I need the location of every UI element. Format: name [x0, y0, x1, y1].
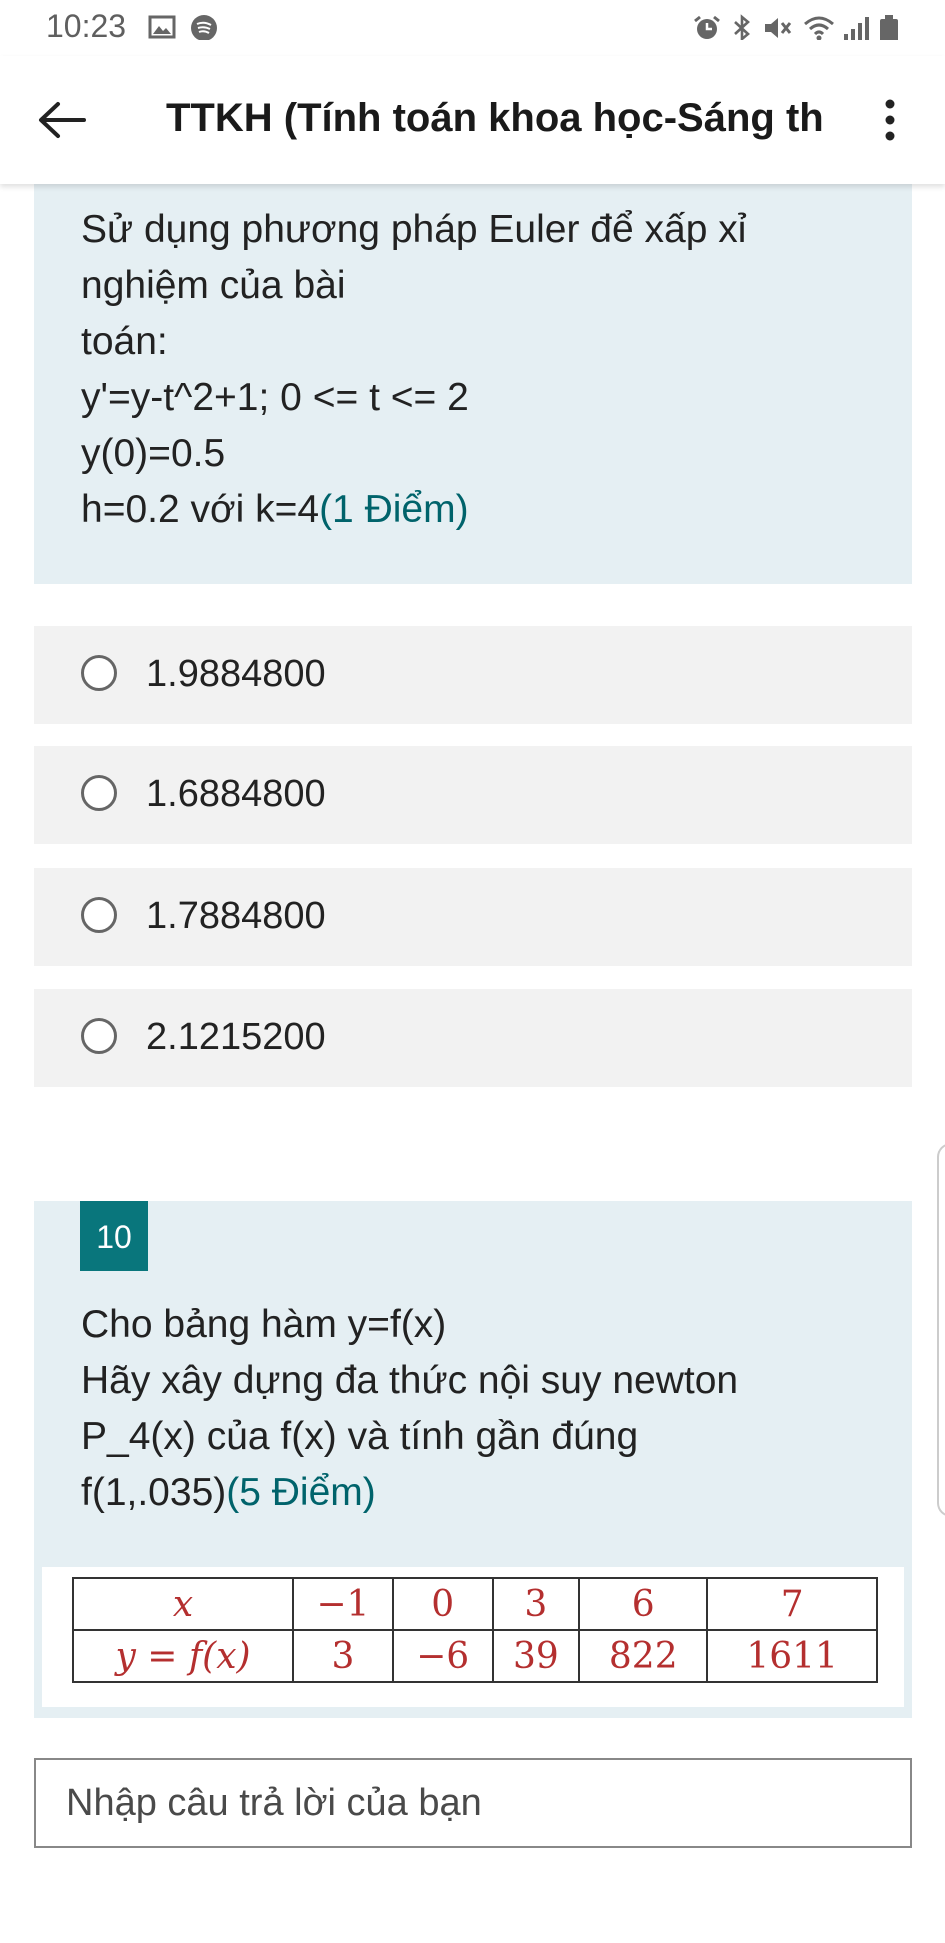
image-icon [148, 15, 176, 39]
question-line-text: h=0.2 với k=4 [81, 488, 320, 531]
clock: 10:23 [46, 8, 127, 44]
status-bar: 10:23 [0, 0, 945, 56]
table-cell: −1 [292, 1577, 394, 1631]
question-line: nghiệm của bài [81, 264, 346, 307]
app-bar: TTKH (Tính toán khoa học-Sáng th... [0, 56, 945, 184]
table-header-y: y = f(x) [72, 1629, 294, 1683]
scroll-edge-handle[interactable] [937, 1143, 945, 1517]
mute-icon [765, 18, 792, 38]
table-row: x −1 0 3 6 7 [72, 1577, 878, 1631]
option-label: 2.1215200 [146, 1016, 326, 1058]
table-cell: −6 [391, 1629, 494, 1683]
arrow-left-icon [39, 102, 86, 138]
table-cell: 7 [706, 1577, 878, 1631]
table-row: y = f(x) 3 −6 39 822 1611 [72, 1629, 878, 1683]
page-title: TTKH (Tính toán khoa học-Sáng th... [166, 96, 826, 140]
battery-icon [880, 15, 898, 40]
table-cell: 822 [578, 1629, 709, 1683]
question-10-panel: 10 Cho bảng hàm y=f(x) Hãy xây dựng đa t… [34, 1201, 912, 1718]
table-cell: 6 [578, 1577, 709, 1631]
wifi-icon [804, 16, 834, 40]
radio-button[interactable] [81, 897, 117, 933]
option-4[interactable]: 2.1215200 [34, 989, 912, 1087]
question-9-panel: Sử dụng phương pháp Euler để xấp xỉ nghi… [34, 184, 912, 584]
option-3[interactable]: 1.7884800 [34, 868, 912, 966]
option-1[interactable]: 1.9884800 [34, 626, 912, 724]
function-table-image: x −1 0 3 6 7 y = f(x) 3 −6 39 822 1611 [42, 1567, 904, 1707]
points-label: (1 Điểm) [319, 488, 469, 531]
points-label: (5 Điểm) [226, 1471, 376, 1514]
question-number-badge: 10 [80, 1201, 148, 1271]
radio-button[interactable] [81, 775, 117, 811]
question-line: P_4(x) của f(x) và tính gần đúng [81, 1415, 639, 1458]
bluetooth-icon [734, 14, 750, 40]
question-9-text: Sử dụng phương pháp Euler để xấp xỉ nghi… [81, 202, 746, 538]
more-vert-icon [885, 99, 895, 141]
question-line: f(1,.035)(5 Điểm) [81, 1465, 738, 1521]
option-label: 1.9884800 [146, 653, 326, 695]
question-line: toán: [81, 320, 168, 363]
option-2[interactable]: 1.6884800 [34, 746, 912, 844]
question-line: Sử dụng phương pháp Euler để xấp xỉ [81, 208, 747, 251]
answer-input[interactable] [36, 1760, 910, 1846]
table-cell: 1611 [706, 1629, 878, 1683]
option-label: 1.7884800 [146, 895, 326, 937]
question-line: Hãy xây dựng đa thức nội suy newton [81, 1359, 739, 1402]
question-line: h=0.2 với k=4(1 Điểm) [81, 482, 746, 538]
answer-field[interactable] [34, 1758, 912, 1848]
table-cell: 0 [391, 1577, 494, 1631]
table-cell: 39 [491, 1629, 581, 1683]
back-button[interactable] [36, 100, 88, 140]
alarm-icon [694, 15, 720, 39]
radio-button[interactable] [81, 1018, 117, 1054]
signal-icon [844, 17, 869, 40]
question-10-text: Cho bảng hàm y=f(x) Hãy xây dựng đa thức… [81, 1297, 738, 1521]
question-line: y(0)=0.5 [81, 432, 226, 475]
question-line: y'=y-t^2+1; 0 <= t <= 2 [81, 376, 469, 419]
question-line-text: f(1,.035) [81, 1471, 227, 1514]
more-options-button[interactable] [872, 92, 908, 148]
table-cell: 3 [491, 1577, 581, 1631]
spotify-icon [191, 15, 217, 40]
table-header-x: x [72, 1577, 294, 1631]
table-cell: 3 [292, 1629, 394, 1683]
radio-button[interactable] [81, 655, 117, 691]
option-label: 1.6884800 [146, 773, 326, 815]
function-table: x −1 0 3 6 7 y = f(x) 3 −6 39 822 1611 [72, 1577, 878, 1683]
question-line: Cho bảng hàm y=f(x) [81, 1303, 447, 1346]
